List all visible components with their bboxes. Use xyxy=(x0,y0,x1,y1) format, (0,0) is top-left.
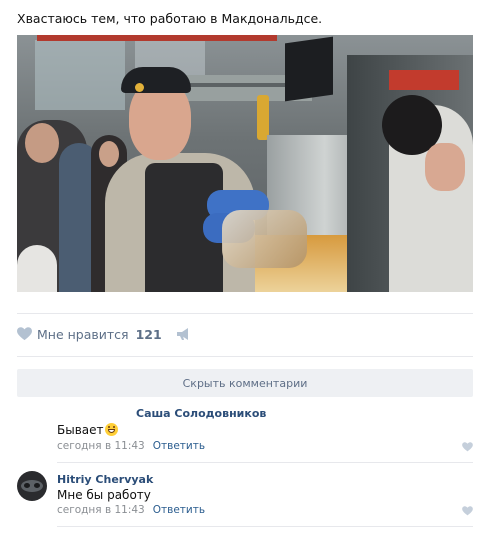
like-count: 121 xyxy=(135,326,162,342)
avatar[interactable] xyxy=(17,471,47,501)
like-row[interactable]: Мне нравится 121 xyxy=(17,323,192,345)
comment-meta: сегодня в 11:43 Ответить xyxy=(57,504,205,516)
grinning-face-icon xyxy=(104,423,118,436)
comment-text: Бывает xyxy=(57,423,118,437)
heart-icon[interactable] xyxy=(462,442,473,452)
heart-icon[interactable] xyxy=(462,506,473,516)
like-button[interactable]: Мне нравится xyxy=(37,327,129,342)
heart-icon[interactable] xyxy=(17,327,32,341)
comment-time[interactable]: сегодня в 11:43 xyxy=(57,504,145,516)
comment-time[interactable]: сегодня в 11:43 xyxy=(57,440,145,452)
avatar[interactable] xyxy=(17,405,47,435)
reply-link[interactable]: Ответить xyxy=(153,504,205,516)
reply-link[interactable]: Ответить xyxy=(153,440,205,452)
divider xyxy=(17,356,473,357)
hide-comments-button[interactable]: Скрыть комментарии xyxy=(17,369,473,397)
comment-meta: сегодня в 11:43 Ответить xyxy=(57,440,205,452)
divider xyxy=(17,313,473,314)
comment-item: Саша Солодовников Бывает сегодня в 11:43… xyxy=(17,405,473,457)
post-text: Хвастаюсь тем, что работаю в Макдональдс… xyxy=(17,11,323,26)
megaphone-icon[interactable] xyxy=(176,327,192,341)
divider xyxy=(57,526,473,527)
comment-author[interactable]: Hitriy Chervyak xyxy=(57,473,153,486)
comment-item: Hitriy Chervyak Мне бы работу сегодня в … xyxy=(17,471,473,523)
divider xyxy=(57,462,473,463)
post-photo[interactable] xyxy=(17,35,473,292)
comment-text: Мне бы работу xyxy=(57,488,151,502)
comment-author[interactable]: Саша Солодовников xyxy=(136,407,266,420)
comment-text-body: Бывает xyxy=(57,423,104,437)
